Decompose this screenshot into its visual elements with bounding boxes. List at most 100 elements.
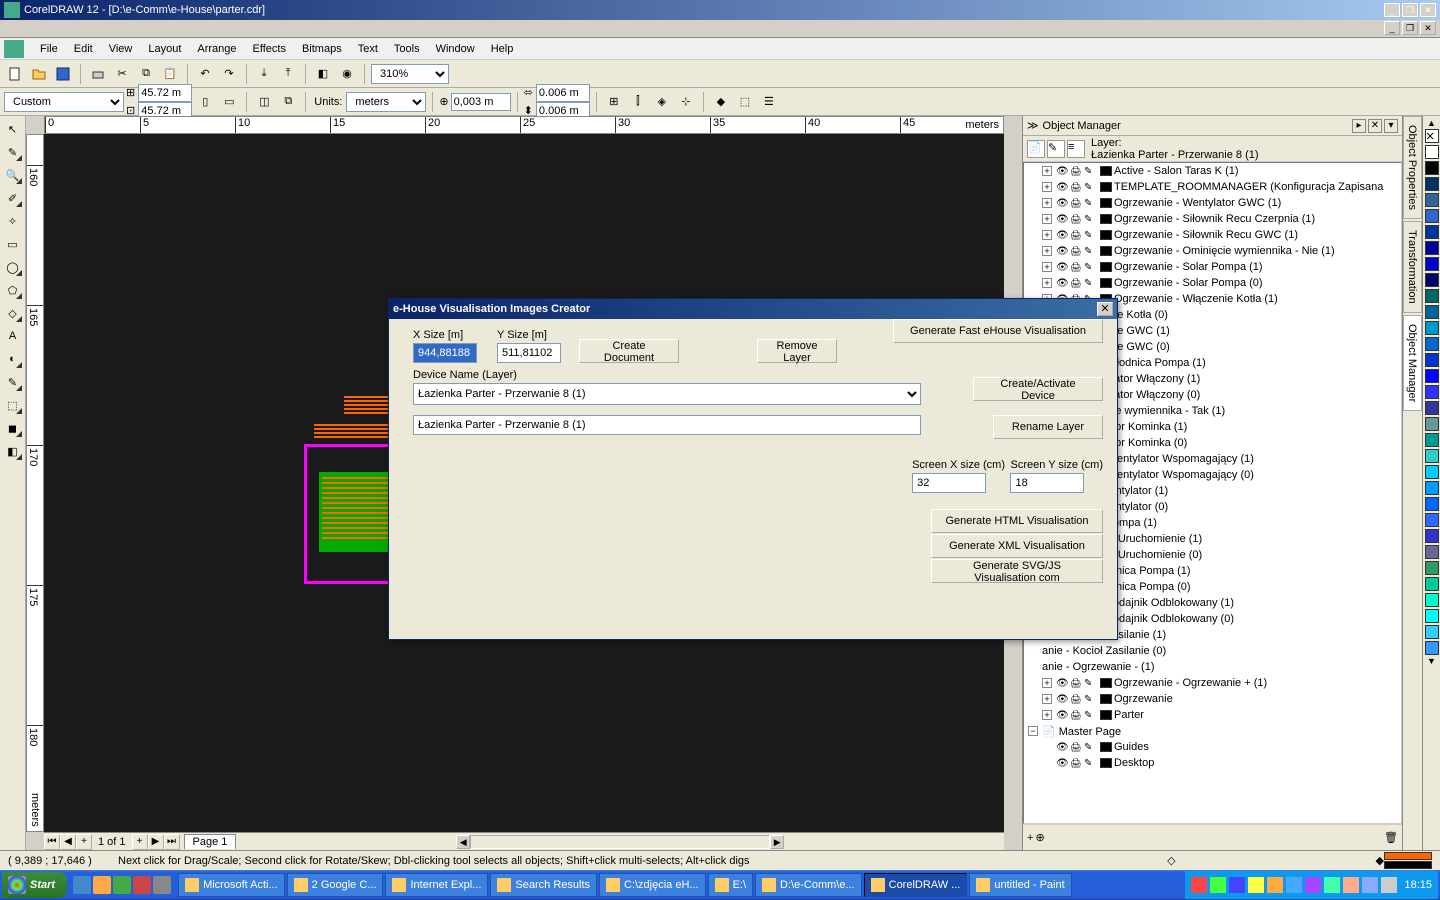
layer-row[interactable]: +Ogrzewanie - Ogrzewanie + (1) [1024, 675, 1401, 691]
print-icon[interactable] [1070, 757, 1084, 769]
print-icon[interactable] [1070, 709, 1084, 721]
taskbar-clock[interactable]: 18:15 [1400, 879, 1432, 891]
visibility-icon[interactable] [1056, 709, 1070, 721]
print-icon[interactable] [1070, 213, 1084, 225]
taskbar-button[interactable]: E:\ [708, 873, 753, 897]
polygon-tool[interactable]: ⬠ [2, 279, 24, 301]
visibility-icon[interactable] [1056, 181, 1070, 193]
print-icon[interactable] [1070, 677, 1084, 689]
show-props-button[interactable]: 📄 [1027, 140, 1045, 158]
expand-icon[interactable]: + [1042, 278, 1052, 288]
menu-edit[interactable]: Edit [66, 41, 101, 57]
paste-button[interactable]: 📋 [159, 63, 181, 85]
layer-mgr-view-button[interactable]: ≡ [1067, 140, 1085, 158]
layer-color-swatch[interactable] [1100, 182, 1112, 192]
layer-color-swatch[interactable] [1100, 166, 1112, 176]
expand-icon[interactable]: + [1042, 678, 1052, 688]
interactive-fill-tool[interactable]: ◧ [2, 440, 24, 462]
no-color-swatch[interactable]: ✕ [1425, 129, 1439, 143]
zoom-tool[interactable]: 🔍 [2, 164, 24, 186]
layer-color-swatch[interactable] [1100, 246, 1112, 256]
redo-button[interactable]: ↷ [218, 63, 240, 85]
color-swatch[interactable] [1425, 321, 1439, 335]
color-swatch[interactable] [1425, 385, 1439, 399]
tray-icon[interactable] [1267, 877, 1283, 893]
color-swatch[interactable] [1425, 257, 1439, 271]
expand-icon[interactable]: + [1042, 694, 1052, 704]
color-swatch[interactable] [1425, 433, 1439, 447]
rectangle-tool[interactable]: ▭ [2, 233, 24, 255]
layer-rename-input[interactable] [413, 415, 921, 435]
print-button[interactable] [87, 63, 109, 85]
minimize-button[interactable]: _ [1384, 3, 1400, 17]
edit-icon[interactable] [1084, 741, 1098, 753]
tray-icon[interactable] [1210, 877, 1226, 893]
color-swatch[interactable] [1425, 369, 1439, 383]
menu-help[interactable]: Help [483, 41, 522, 57]
color-swatch[interactable] [1425, 161, 1439, 175]
pages-same-button[interactable]: ◫ [253, 91, 275, 113]
new-layer-button[interactable]: + [1027, 832, 1033, 844]
menu-file[interactable]: File [32, 41, 66, 57]
edit-layers-button[interactable]: ✎ [1047, 140, 1065, 158]
edit-icon[interactable] [1084, 709, 1098, 721]
last-page-button[interactable]: ⏭ [164, 834, 180, 850]
visibility-icon[interactable] [1056, 165, 1070, 177]
start-button[interactable]: Start [2, 872, 67, 898]
dynamic-guides-button[interactable]: ⊹ [675, 91, 697, 113]
tray-icon[interactable] [1362, 877, 1378, 893]
mdi-minimize-button[interactable]: _ [1384, 21, 1400, 35]
color-swatch[interactable] [1425, 465, 1439, 479]
taskbar-button[interactable]: 2 Google C... [287, 873, 384, 897]
outline-tool[interactable]: ⬚ [2, 394, 24, 416]
color-swatch[interactable] [1425, 209, 1439, 223]
landscape-button[interactable]: ▭ [218, 91, 240, 113]
export-button[interactable]: ⤒ [277, 63, 299, 85]
tray-icon[interactable] [1229, 877, 1245, 893]
visibility-icon[interactable] [1056, 245, 1070, 257]
units-combo[interactable]: meters [346, 92, 426, 112]
color-swatch[interactable] [1425, 177, 1439, 191]
layer-color-swatch[interactable] [1100, 694, 1112, 704]
screen-y-input[interactable] [1010, 473, 1084, 493]
ellipse-tool[interactable]: ◯ [2, 256, 24, 278]
layer-row[interactable]: +Active - Salon Taras K (1) [1024, 163, 1401, 179]
expand-icon[interactable]: + [1042, 182, 1052, 192]
generate-svg-button[interactable]: Generate SVG/JS Visualisation com [931, 559, 1103, 583]
layer-row[interactable]: +Ogrzewanie - Siłownik Recu Czerpnia (1) [1024, 211, 1401, 227]
device-name-select[interactable]: Łazienka Parter - Przerwanie 8 (1) [413, 383, 921, 405]
visibility-icon[interactable] [1056, 741, 1070, 753]
layer-color-swatch[interactable] [1100, 214, 1112, 224]
edit-icon[interactable] [1084, 757, 1098, 769]
tab-transformation[interactable]: Transformation [1403, 221, 1422, 313]
print-icon[interactable] [1070, 181, 1084, 193]
copy-button[interactable]: ⧉ [135, 63, 157, 85]
next-page-button[interactable]: ▶ [148, 834, 164, 850]
portrait-button[interactable]: ▯ [194, 91, 216, 113]
ql-icon[interactable] [133, 876, 151, 894]
delete-layer-button[interactable]: 🗑 [1384, 831, 1398, 844]
first-page-button[interactable]: ⏮ [44, 834, 60, 850]
color-swatch[interactable] [1425, 225, 1439, 239]
print-icon[interactable] [1070, 229, 1084, 241]
color-swatch[interactable] [1425, 289, 1439, 303]
import-button[interactable]: ⤓ [253, 63, 275, 85]
color-swatch[interactable] [1425, 305, 1439, 319]
zoom-combo[interactable]: 310% [371, 64, 449, 84]
menu-arrange[interactable]: Arrange [189, 41, 244, 57]
taskbar-button[interactable]: Microsoft Acti... [178, 873, 285, 897]
layer-color-swatch[interactable] [1100, 230, 1112, 240]
ql-icon[interactable] [113, 876, 131, 894]
snap-grid-button[interactable]: ⊞ [603, 91, 625, 113]
pages-diff-button[interactable]: ⧉ [277, 91, 299, 113]
visibility-icon[interactable] [1056, 197, 1070, 209]
visibility-icon[interactable] [1056, 277, 1070, 289]
paper-preset-combo[interactable]: Custom [4, 92, 124, 112]
ql-icon[interactable] [93, 876, 111, 894]
color-swatch[interactable] [1425, 417, 1439, 431]
print-icon[interactable] [1070, 277, 1084, 289]
color-swatch[interactable] [1425, 497, 1439, 511]
tray-icon[interactable] [1381, 877, 1397, 893]
tray-icon[interactable] [1324, 877, 1340, 893]
xsize-input[interactable] [413, 343, 477, 363]
